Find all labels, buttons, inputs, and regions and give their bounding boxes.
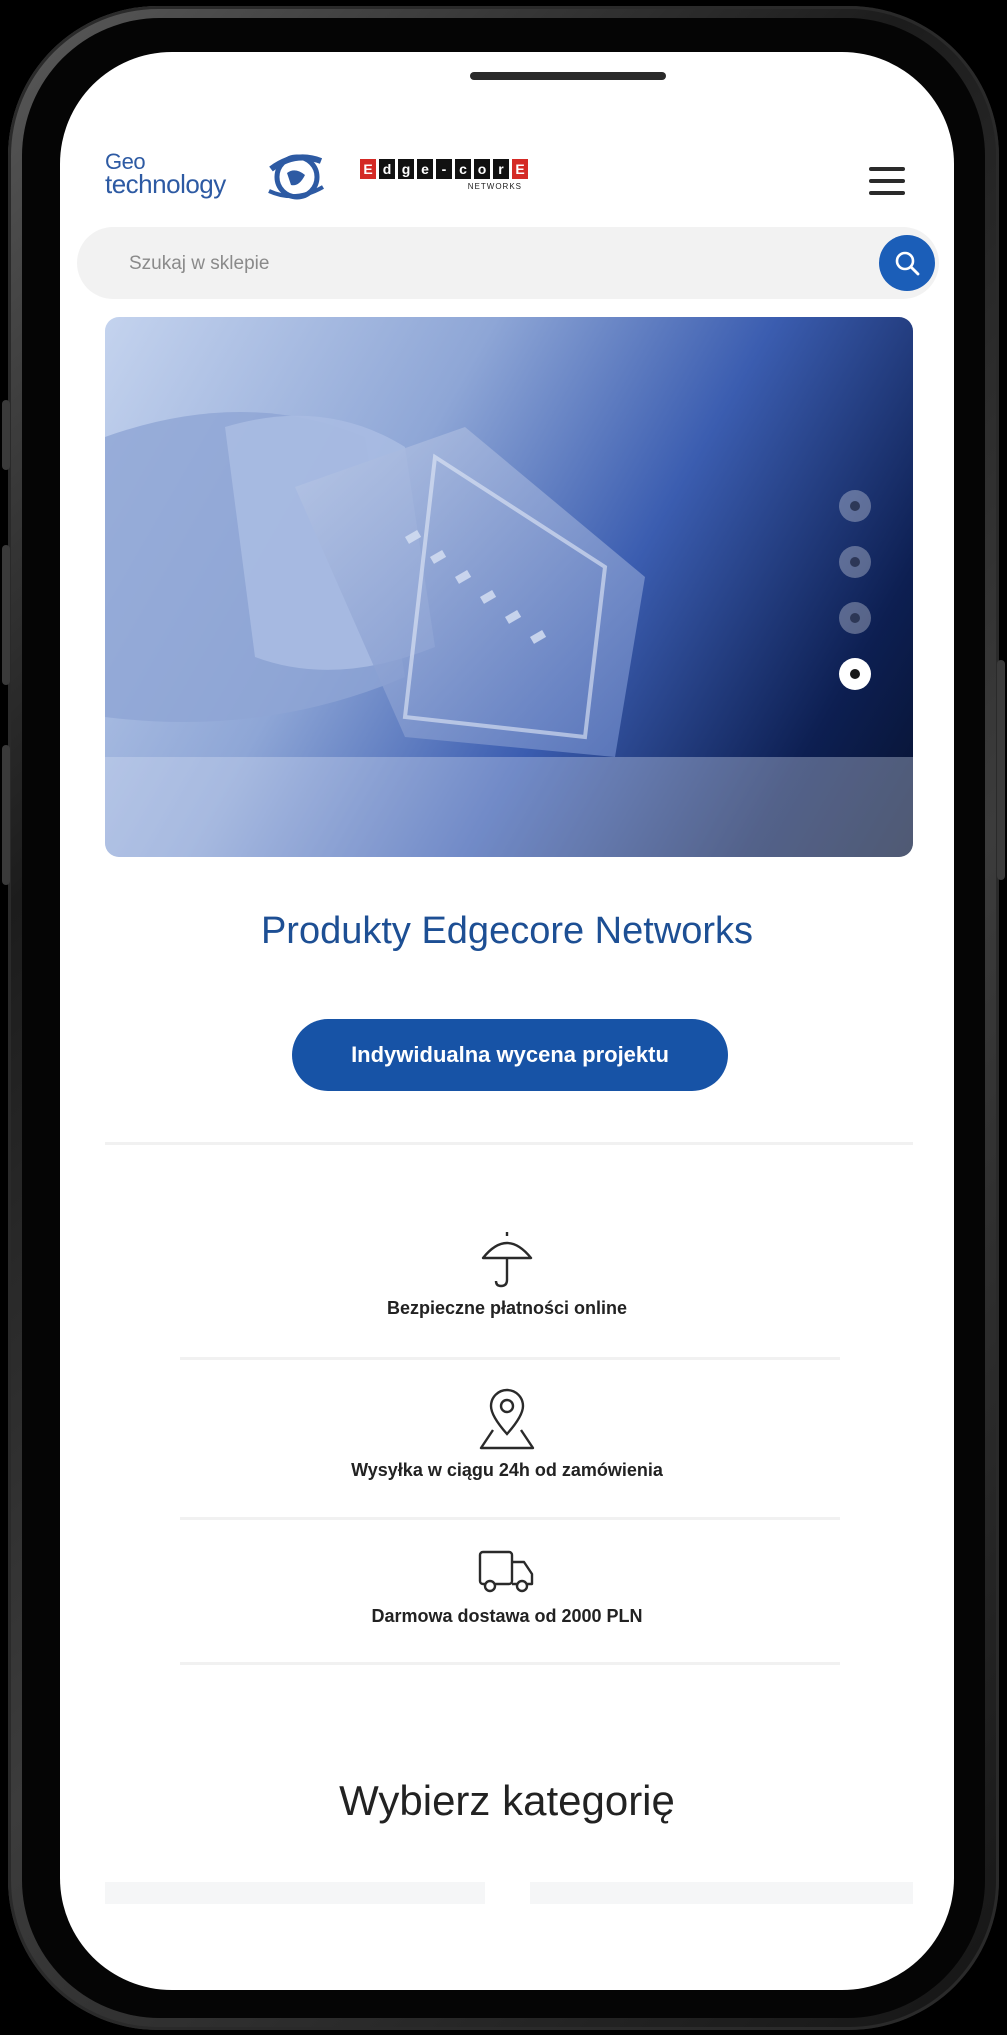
mute-switch (2, 400, 10, 470)
geotechnology-wordmark: Geo technology (105, 151, 226, 199)
volume-down-button (2, 745, 10, 885)
feature-label: Darmowa dostawa od 2000 PLN (371, 1606, 643, 1626)
category-section-title: Wybierz kategorię (339, 1777, 675, 1824)
truck-icon (478, 1550, 534, 1593)
category-card[interactable] (530, 1882, 913, 1904)
edgecore-logo-letter: c (455, 159, 471, 179)
slider-dot-3[interactable] (839, 602, 871, 634)
edgecore-logo-letter: - (436, 159, 452, 179)
logo-geo-line2: technology (105, 169, 226, 199)
divider (180, 1517, 840, 1520)
edgecore-logo-letter: e (417, 159, 433, 179)
edgecore-networks-text: NETWORKS (467, 182, 522, 191)
edgecore-logo[interactable]: Edge-corE NETWORKS (360, 159, 590, 203)
ethernet-cable-image (105, 412, 913, 857)
divider (180, 1357, 840, 1360)
edgecore-logo-letter: d (379, 159, 395, 179)
power-button (997, 660, 1005, 880)
slider-pagination (839, 490, 871, 690)
speaker-grille (470, 72, 666, 80)
feature-label: Bezpieczne płatności online (386, 1298, 628, 1318)
hero-slider[interactable] (105, 317, 913, 857)
globe-icon (268, 154, 324, 200)
feature-fast-shipping: Wysyłka w ciągu 24h od zamówienia (60, 1386, 954, 1481)
phone-screen: Geo technology Edge-corE NETWORKS Szukaj… (60, 52, 954, 1990)
slider-dot-4[interactable] (839, 658, 871, 690)
feature-free-delivery: Darmowa dostawa od 2000 PLN (60, 1542, 954, 1627)
volume-up-button (2, 545, 10, 685)
search-bar (77, 227, 939, 299)
quote-request-button[interactable]: Indywidualna wycena projektu (292, 1019, 728, 1091)
search-input[interactable] (127, 243, 831, 285)
geotechnology-logo[interactable]: Geo technology (105, 139, 335, 219)
divider (180, 1662, 840, 1665)
edgecore-logo-letter: E (512, 159, 528, 179)
edgecore-wordmark: Edge-corE (360, 159, 590, 179)
edgecore-logo-letter: g (398, 159, 414, 179)
edgecore-logo-letter: r (493, 159, 509, 179)
map-pin-icon (479, 1388, 535, 1450)
slider-dot-1[interactable] (839, 490, 871, 522)
divider (105, 1142, 913, 1145)
feature-secure-payments: Bezpieczne płatności online (60, 1230, 954, 1319)
search-icon (895, 251, 920, 276)
slider-dot-2[interactable] (839, 546, 871, 578)
page-title: Produkty Edgecore Networks (260, 910, 754, 952)
umbrella-icon (481, 1232, 533, 1288)
feature-label: Wysyłka w ciągu 24h od zamówienia (351, 1460, 663, 1480)
category-card[interactable] (105, 1882, 485, 1904)
edgecore-logo-letter: E (360, 159, 376, 179)
menu-icon[interactable] (869, 167, 905, 195)
search-button[interactable] (879, 235, 935, 291)
edgecore-logo-letter: o (474, 159, 490, 179)
